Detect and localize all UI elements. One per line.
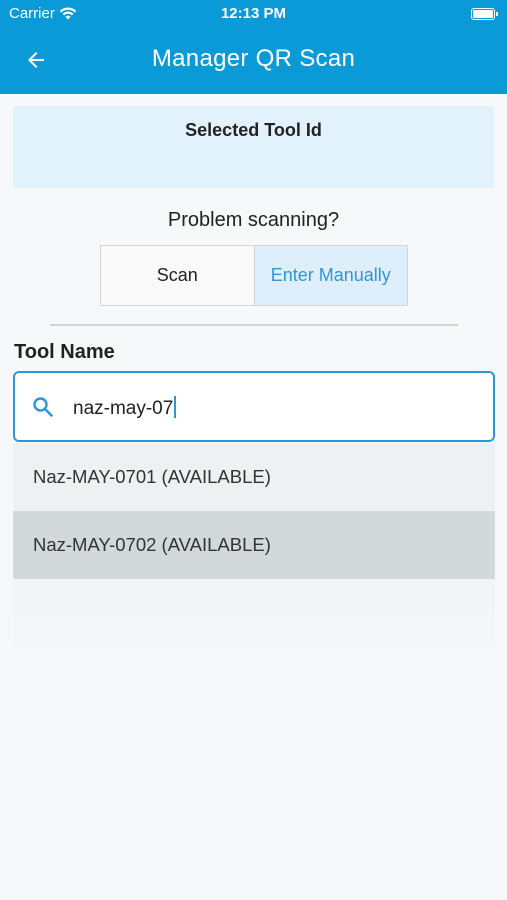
- divider: [50, 324, 458, 326]
- status-bar: Carrier 12:13 PM: [0, 0, 507, 28]
- tool-name-search-input[interactable]: naz-may-07: [13, 371, 495, 442]
- problem-scanning-text: Problem scanning?: [167, 209, 340, 231]
- selected-tool-id-card: Selected Tool Id: [13, 106, 494, 188]
- page-title: Manager QR Scan: [151, 45, 356, 72]
- scan-mode-segmented-control: Scan Enter Manually: [100, 245, 408, 306]
- enter-manually-tab[interactable]: Enter Manually: [253, 246, 407, 305]
- result-item[interactable]: Naz-MAY-0701 (AVAILABLE): [13, 443, 495, 511]
- result-item[interactable]: Naz-MAY-0702 (AVAILABLE): [13, 511, 495, 579]
- app-header: Carrier 12:13 PM Manager QR Scan: [0, 0, 507, 94]
- tool-name-label: Tool Name: [14, 341, 115, 363]
- text-caret: [174, 396, 177, 418]
- search-results-list: Naz-MAY-0701 (AVAILABLE) Naz-MAY-0702 (A…: [13, 443, 495, 579]
- search-icon: [33, 397, 53, 417]
- battery-icon: [471, 8, 498, 20]
- selected-tool-id-label: Selected Tool Id: [185, 120, 322, 140]
- results-list-footer: [13, 579, 495, 661]
- search-input-value[interactable]: naz-may-07: [73, 396, 177, 420]
- status-time: 12:13 PM: [220, 5, 287, 22]
- scan-tab[interactable]: Scan: [101, 246, 254, 305]
